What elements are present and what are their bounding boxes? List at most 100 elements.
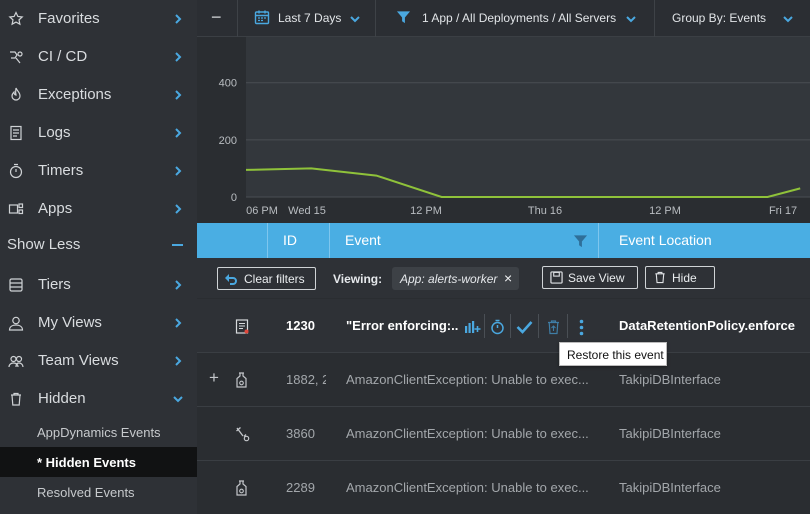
column-header-event-location[interactable]: Event Location (619, 223, 712, 258)
sidebar-item-my-views[interactable]: My Views (0, 304, 197, 342)
scope-filter-label: 1 App / All Deployments / All Servers (422, 11, 617, 25)
x-tick-label: 12 PM (649, 205, 681, 217)
column-divider (329, 223, 330, 258)
row-event: AmazonClientException: Unable to exec... (346, 372, 589, 387)
app-root: Favorites CI / CD Exceptions Logs Timers (0, 0, 810, 514)
hide-button[interactable]: Hide (645, 266, 715, 289)
sidebar-item-tiers[interactable]: Tiers (0, 266, 197, 304)
restore-event-tooltip: Restore this event (559, 342, 667, 366)
tiers-icon (9, 278, 23, 292)
sidebar-item-label: Logs (38, 124, 71, 141)
clear-filters-button[interactable]: Clear filters (217, 267, 316, 290)
clear-filters-label: Clear filters (244, 272, 305, 286)
table-row[interactable]: 1230 "Error enforcing:... DataRetentionP… (197, 299, 810, 353)
show-less-toggle[interactable]: Show Less (0, 226, 197, 264)
sidebar-item-exceptions[interactable]: Exceptions (0, 76, 197, 114)
hide-label: Hide (672, 271, 697, 285)
trash-icon (11, 392, 21, 406)
sidebar-item-label: Tiers (38, 276, 71, 293)
team-icon (8, 355, 24, 368)
add-to-chart-icon[interactable] (464, 319, 481, 334)
action-divider (567, 314, 568, 338)
table-row[interactable]: 2289 AmazonClientException: Unable to ex… (197, 461, 810, 514)
checkmark-icon[interactable] (516, 320, 533, 334)
scope-filter-dropdown[interactable]: 1 App / All Deployments / All Servers (376, 0, 654, 37)
chevron-right-icon (175, 90, 182, 100)
date-range-label: Last 7 Days (278, 11, 342, 25)
row-event: "Error enforcing:... (346, 318, 458, 333)
expand-row-button[interactable]: + (209, 368, 219, 388)
row-location: TakipiDBInterface (619, 426, 721, 441)
calendar-icon (254, 10, 270, 25)
sidebar-item-team-views[interactable]: Team Views (0, 342, 197, 380)
bottle-icon (236, 480, 247, 496)
chevron-right-icon (175, 14, 182, 24)
chevron-right-icon (175, 204, 182, 214)
row-id: 1230 (286, 318, 315, 333)
timer-icon[interactable] (490, 319, 505, 335)
collapse-button[interactable]: − (211, 7, 222, 28)
logs-icon (10, 125, 22, 141)
sidebar-subitem-resolved-events[interactable]: Resolved Events (0, 477, 197, 507)
date-range-dropdown[interactable]: Last 7 Days (238, 0, 375, 37)
x-tick-label: Thu 16 (528, 205, 562, 217)
sidebar-item-label: Timers (38, 162, 84, 179)
group-by-label: Group By: Events (672, 11, 767, 25)
chevron-down-icon (626, 16, 636, 23)
table-header: ID Event Event Location (197, 223, 810, 258)
sidebar-item-apps[interactable]: Apps (0, 190, 197, 228)
sidebar-item-timers[interactable]: Timers (0, 152, 197, 190)
timer-icon (9, 163, 23, 179)
save-disk-icon (550, 271, 563, 284)
action-divider (538, 314, 539, 338)
chevron-right-icon (175, 128, 182, 138)
table-row[interactable]: + 1882, 2 AmazonClientException: Unable … (197, 353, 810, 407)
x-tick-label: 12 PM (410, 205, 442, 217)
chevron-right-icon (175, 318, 182, 328)
filter-funnel-icon (396, 11, 411, 24)
row-location: DataRetentionPolicy.enforce (619, 318, 796, 333)
restore-trash-icon[interactable] (547, 319, 560, 335)
row-id: 3860 (286, 426, 315, 441)
sidebar: Favorites CI / CD Exceptions Logs Timers (0, 0, 197, 514)
wrench-icon (236, 427, 250, 442)
y-tick-label: 400 (219, 78, 237, 90)
chevron-right-icon (175, 166, 182, 176)
events-line-chart: 0 200 400 06 PM Wed 15 12 PM Thu 16 12 PM Fri 17 (219, 37, 810, 217)
save-view-label: Save View (568, 271, 625, 285)
chevron-right-icon (175, 52, 182, 62)
sidebar-item-hidden[interactable]: Hidden (0, 380, 197, 418)
x-tick-label: 06 PM (246, 205, 278, 217)
close-icon[interactable]: × (504, 270, 512, 286)
filter-chip-label: App: alerts-worker (400, 272, 498, 286)
column-divider (598, 223, 599, 258)
log-doc-icon (235, 319, 249, 334)
save-view-button[interactable]: Save View (542, 266, 638, 289)
sidebar-item-cicd[interactable]: CI / CD (0, 38, 197, 76)
sidebar-item-favorites[interactable]: Favorites (0, 0, 197, 38)
table-row[interactable]: 3860 AmazonClientException: Unable to ex… (197, 407, 810, 461)
sidebar-item-label: Favorites (38, 10, 100, 27)
sidebar-subitem-label: Resolved Events (37, 485, 135, 500)
group-by-dropdown[interactable]: Group By: Events (655, 0, 810, 37)
cicd-icon (10, 51, 23, 64)
row-location: TakipiDBInterface (619, 480, 721, 495)
column-header-id[interactable]: ID (283, 223, 297, 258)
sidebar-item-logs[interactable]: Logs (0, 114, 197, 152)
column-header-event[interactable]: Event (345, 223, 381, 258)
sidebar-item-label: CI / CD (38, 48, 88, 65)
column-filter-icon[interactable] (573, 234, 588, 249)
sidebar-subitem-hidden-events[interactable]: * Hidden Events (0, 447, 197, 477)
active-filter-chip: App: alerts-worker × (392, 267, 519, 290)
x-tick-label: Wed 15 (288, 205, 326, 217)
more-options-icon[interactable] (579, 319, 584, 336)
row-event: AmazonClientException: Unable to exec... (346, 480, 589, 495)
row-id: 2289 (286, 480, 315, 495)
undo-arrow-icon (225, 274, 237, 285)
sidebar-subitem-label: * Hidden Events (37, 455, 136, 470)
star-icon (8, 11, 24, 26)
sidebar-subitem-appdynamics-events[interactable]: AppDynamics Events (0, 417, 197, 447)
bottle-icon (236, 372, 247, 388)
x-tick-label: Fri 17 (769, 205, 797, 217)
sidebar-subitem-label: AppDynamics Events (37, 425, 161, 440)
